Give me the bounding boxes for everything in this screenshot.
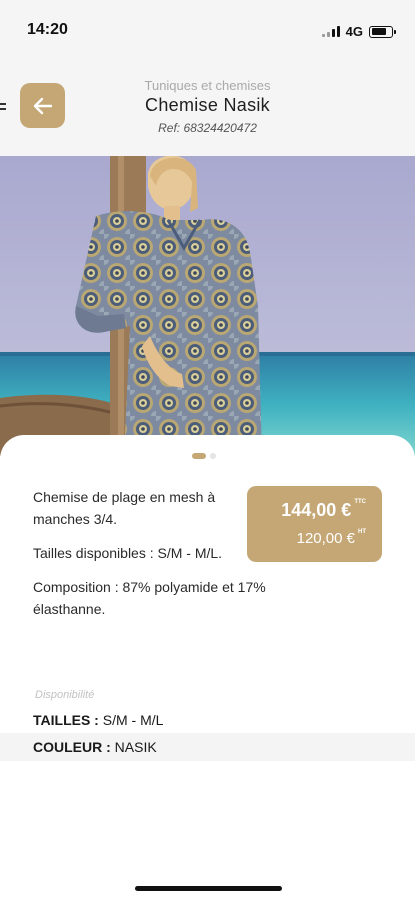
signal-icon	[321, 26, 340, 37]
status-indicators: 4G	[321, 24, 396, 39]
back-button[interactable]	[20, 83, 65, 128]
hamburger-menu-icon[interactable]	[0, 103, 6, 113]
product-details-card: Chemise de plage en mesh à manches 3/4. …	[0, 435, 415, 761]
product-category: Tuniques et chemises	[144, 78, 271, 93]
carousel-dot[interactable]	[210, 453, 216, 459]
page-title: Chemise Nasik	[145, 95, 270, 115]
home-indicator[interactable]	[135, 886, 282, 891]
description-line: Chemise de plage en mesh à manches 3/4.	[33, 489, 216, 527]
description-line: Composition : 87% polyamide et 17% élast…	[33, 579, 266, 617]
status-bar: 14:20 4G	[0, 0, 415, 60]
status-time: 14:20	[27, 21, 68, 38]
product-reference: Ref: 68324420472	[158, 121, 257, 135]
header-titles: Tuniques et chemises Chemise Nasik Ref: …	[90, 78, 325, 137]
availability-label: Disponibilité	[35, 689, 95, 701]
network-label: 4G	[345, 24, 363, 39]
sizes-row: TAILLES : S/M - M/L	[33, 712, 164, 728]
price-ht: 120,00 € HT	[296, 529, 366, 547]
color-row: COULEUR : NASIK	[33, 739, 157, 755]
arrow-left-icon	[33, 97, 52, 114]
description-line: Tailles disponibles : S/M - M/L.	[33, 545, 223, 561]
price-box: 144,00 € TTC 120,00 € HT	[247, 486, 382, 562]
product-image-carousel[interactable]	[0, 156, 415, 456]
product-header: Tuniques et chemises Chemise Nasik Ref: …	[0, 60, 415, 156]
price-ttc: 144,00 € TTC	[281, 499, 366, 520]
product-photo	[0, 156, 415, 456]
carousel-indicator	[192, 453, 216, 459]
battery-icon	[369, 25, 396, 38]
carousel-dot-active[interactable]	[192, 453, 206, 459]
product-description: Chemise de plage en mesh à manches 3/4. …	[33, 486, 266, 632]
